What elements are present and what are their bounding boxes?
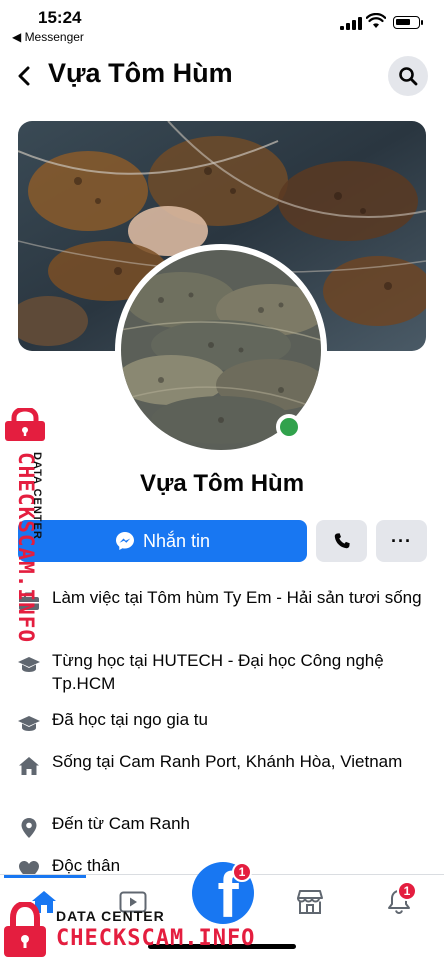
lock-icon	[4, 902, 46, 957]
chevron-left-icon	[18, 66, 30, 86]
more-icon: ···	[391, 530, 412, 551]
detail-work-text: Làm việc tại Tôm hùm Ty Em - Hải sản tươ…	[52, 588, 422, 607]
marketplace-icon	[297, 890, 323, 914]
graduation-cap-icon	[16, 652, 42, 678]
search-icon	[399, 67, 418, 86]
messenger-icon	[115, 532, 134, 550]
battery-icon	[393, 16, 423, 29]
detail-education-2-text: Đã học tại ngo gia tu	[52, 710, 208, 729]
active-tab-indicator	[4, 875, 86, 878]
watermark-bottom: DATA CENTER CHECKSCAM.INFO	[2, 902, 282, 960]
lock-icon	[5, 408, 45, 441]
search-button[interactable]	[388, 56, 428, 96]
facebook-badge: 1	[232, 862, 252, 882]
graduation-cap-icon	[16, 711, 42, 737]
back-button[interactable]	[10, 62, 38, 90]
watermark-side: CHECKSCAM.INFO DATA CENTER	[0, 408, 50, 643]
call-button[interactable]	[316, 520, 367, 562]
notifications-badge: 1	[397, 881, 417, 901]
back-to-messenger-link[interactable]: ◀ Messenger	[12, 30, 84, 44]
battery-level	[396, 19, 410, 25]
watermark-bottom-tagline: DATA CENTER	[56, 908, 165, 924]
detail-lives-in-text: Sống tại Cam Ranh Port, Khánh Hòa, Vietn…	[52, 752, 403, 771]
watermark-side-tagline: DATA CENTER	[31, 452, 43, 540]
cellular-signal-icon	[340, 17, 362, 30]
nav-marketplace[interactable]	[292, 885, 328, 919]
home-icon	[16, 753, 42, 779]
location-pin-icon	[16, 815, 42, 841]
detail-from-text: Đến từ Cam Ranh	[52, 814, 190, 833]
page-header: Vựa Tôm Hùm	[0, 52, 444, 102]
profile-name: Vựa Tôm Hùm	[139, 470, 305, 497]
watermark-bottom-brand: CHECKSCAM.INFO	[56, 926, 256, 951]
page-title: Vựa Tôm Hùm	[48, 58, 233, 88]
more-options-button[interactable]: ···	[376, 520, 427, 562]
wifi-icon	[365, 12, 387, 34]
status-bar: 15:24 ◀ Messenger	[0, 0, 444, 50]
message-button-label: Nhắn tin	[142, 530, 211, 551]
message-button[interactable]: Nhắn tin	[18, 520, 307, 562]
online-status-indicator	[276, 414, 302, 440]
detail-education-1-text: Từng học tại HUTECH - Đại học Công nghệ …	[52, 651, 384, 693]
phone-icon	[334, 533, 350, 549]
status-time: 15:24	[38, 8, 82, 27]
